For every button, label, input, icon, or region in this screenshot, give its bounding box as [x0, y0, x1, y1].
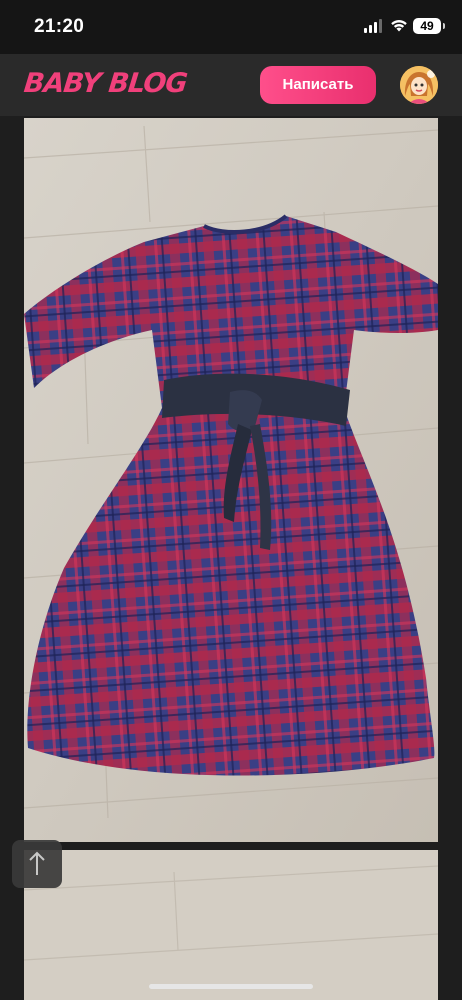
status-time: 21:20 — [34, 16, 85, 37]
avatar[interactable] — [400, 66, 438, 104]
wifi-icon — [391, 20, 407, 32]
scroll-to-top-button[interactable] — [12, 840, 62, 888]
write-post-button[interactable]: Написать — [260, 66, 376, 104]
home-indicator — [149, 984, 313, 989]
app-header: BABY BLOG Написать — [0, 54, 462, 116]
feed — [0, 116, 462, 1000]
app-logo[interactable]: BABY BLOG — [22, 66, 188, 102]
battery-icon: 49 — [413, 18, 445, 34]
arrow-up-icon — [29, 851, 45, 875]
signal-icon — [364, 19, 384, 33]
user-avatar-icon — [400, 66, 438, 104]
floor-photo[interactable] — [24, 850, 438, 1000]
plaid-dress-photo[interactable] — [24, 118, 438, 842]
status-bar: 21:20 49 — [0, 0, 462, 54]
